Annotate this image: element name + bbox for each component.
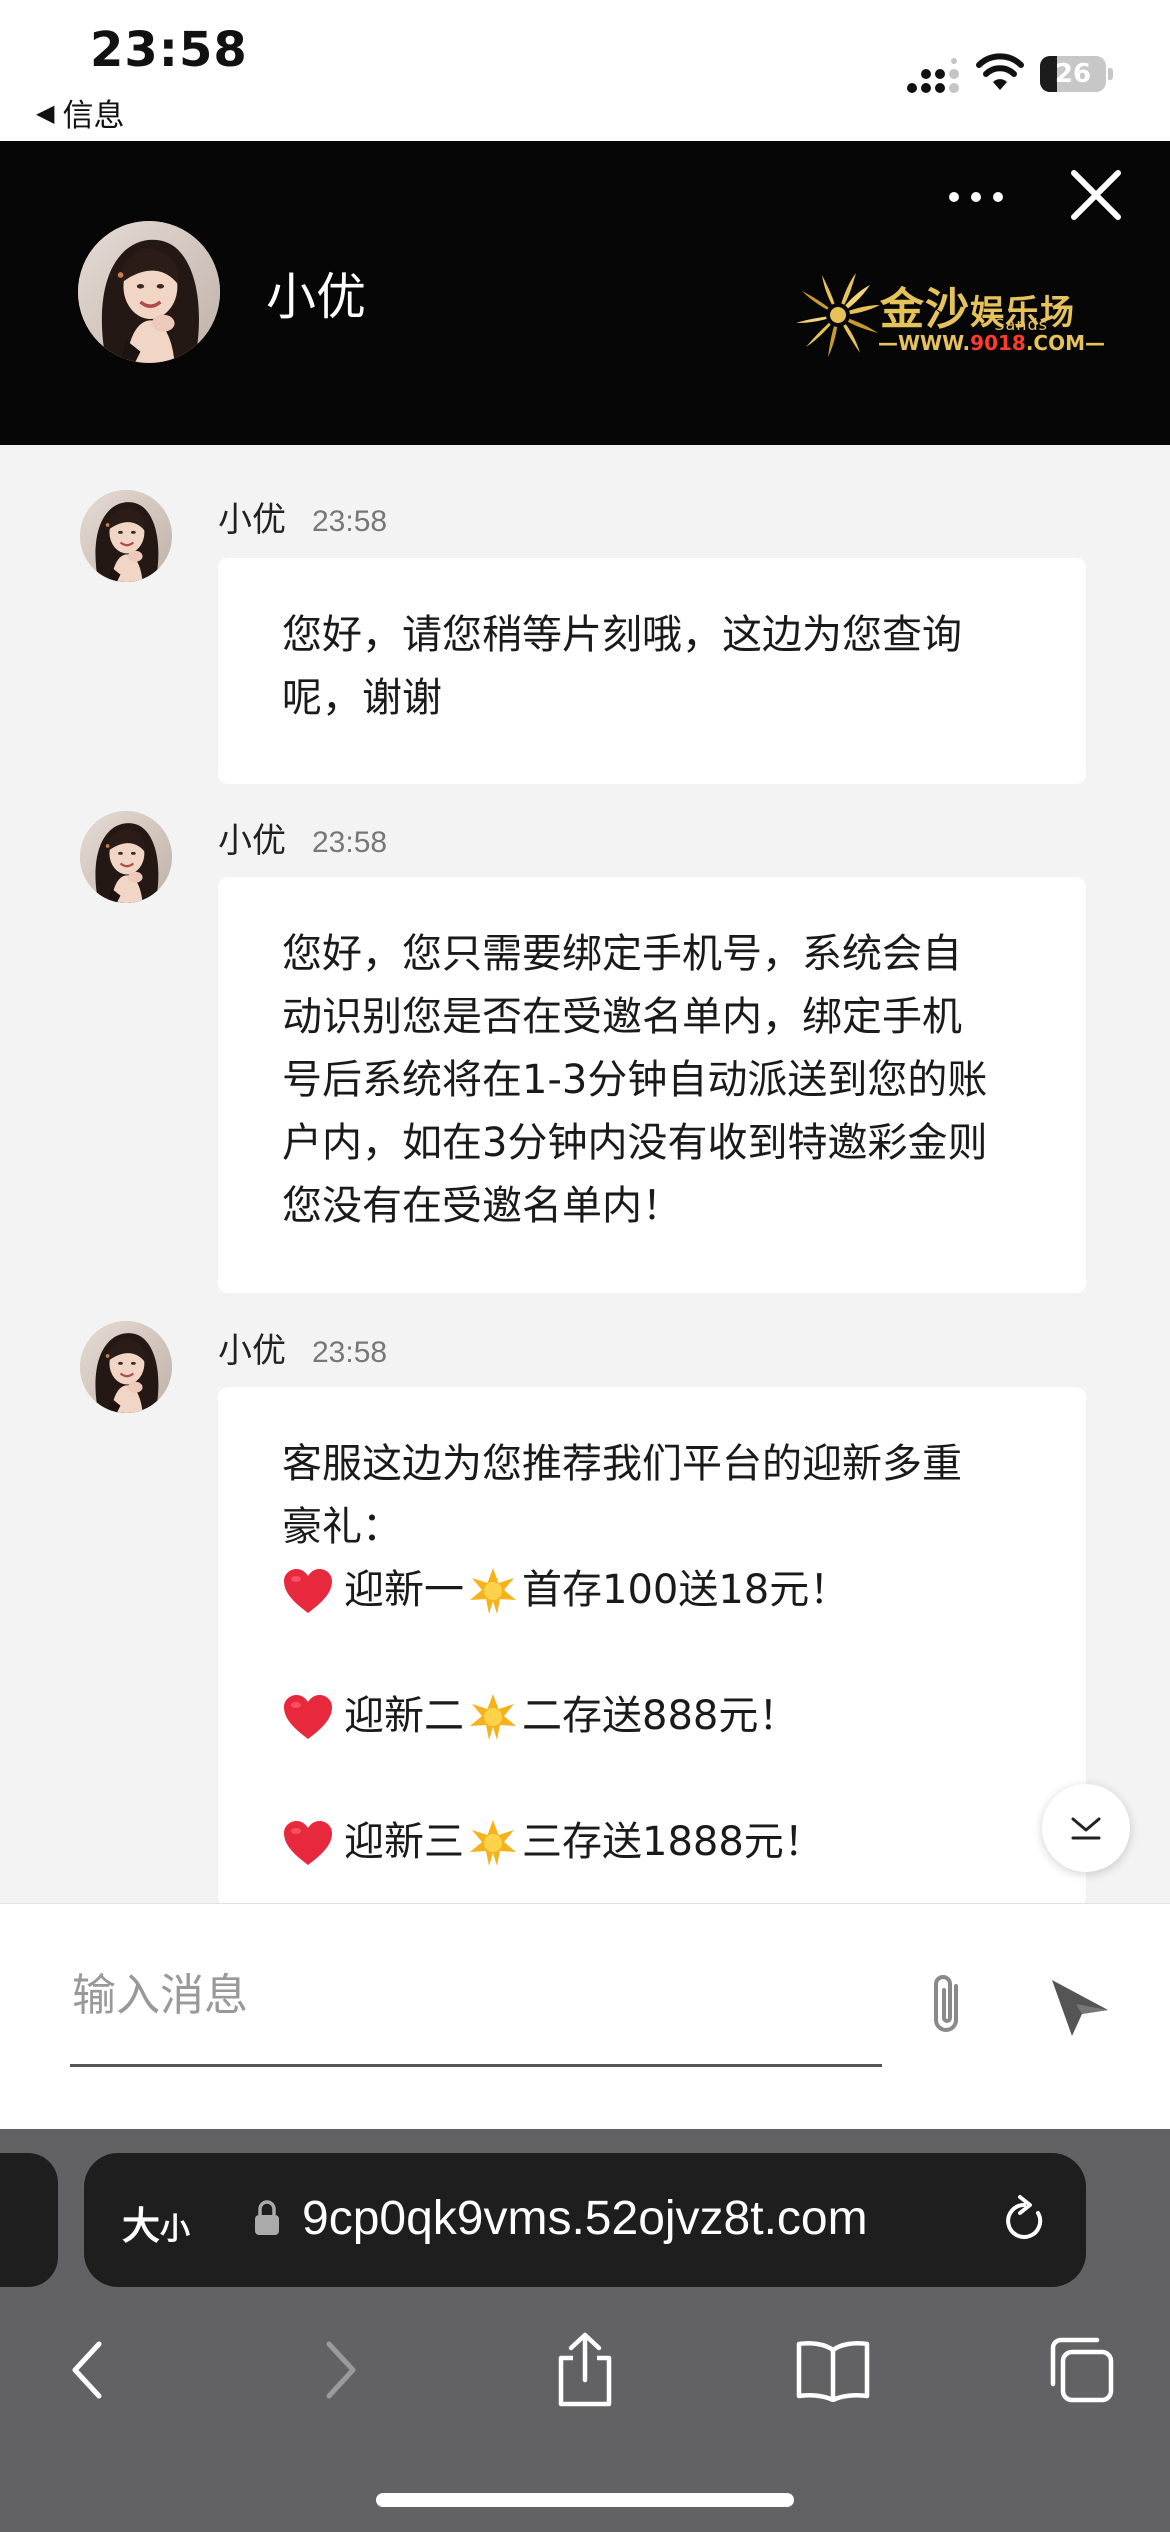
message-bubble: 客服这边为您推荐我们平台的迎新多重 豪礼： 迎新一 首存100送18元！ 迎新二… [218, 1387, 1086, 1907]
home-indicator [376, 2493, 794, 2507]
address-bar[interactable]: 大小 9cp0qk9vms.52ojvz8t.com [84, 2153, 1086, 2287]
back-button[interactable] [42, 2325, 132, 2415]
status-time: 23:58 [90, 22, 248, 78]
lock-icon [255, 2200, 279, 2235]
back-triangle-icon: ◀ [36, 98, 55, 127]
paperclip-icon[interactable] [920, 1972, 976, 2040]
chevron-right-icon [326, 2341, 356, 2399]
text-size-button[interactable]: 大小 [122, 2195, 190, 2250]
share-icon [558, 2332, 612, 2407]
message-sender: 小优 [218, 500, 286, 540]
battery-icon: 26 [1040, 56, 1113, 92]
message-intro: 客服这边为您推荐我们平台的迎新多重 豪礼： [282, 1441, 962, 1550]
message-avatar [80, 490, 172, 582]
promo-item: 迎新一 首存100送18元！ [282, 1559, 1024, 1622]
promo-detail: 二存送888元！ [522, 1693, 799, 1739]
message-avatar [80, 811, 172, 903]
promo-name: 迎新三 [344, 1819, 464, 1865]
browser-nav-row [0, 2325, 1170, 2435]
message-text: 您好，您只需要绑定手机号，系统会自 动识别您是否在受邀名单内，绑定手机 号后系统… [282, 931, 988, 1229]
forward-button[interactable] [296, 2325, 386, 2415]
message-bubble: 您好，请您稍等片刻哦，这边为您查询 呢，谢谢 [218, 558, 1086, 784]
reload-icon[interactable] [998, 2193, 1050, 2249]
chat-header: 小优 金沙娱乐场 · · Sands · · —WWW.9018.COM— [0, 141, 1170, 445]
heart-icon [282, 1819, 334, 1867]
message-sender: 小优 [218, 821, 286, 861]
browser-toolbar: 大小 9cp0qk9vms.52ojvz8t.com [0, 2129, 1170, 2532]
agent-avatar [78, 221, 220, 363]
heart-icon [282, 1567, 334, 1615]
bookmarks-button[interactable] [788, 2325, 878, 2415]
url-text: 9cp0qk9vms.52ojvz8t.com [302, 2192, 868, 2245]
star-icon [468, 1818, 518, 1868]
share-button[interactable] [540, 2325, 630, 2415]
star-icon [468, 1566, 518, 1616]
promo-name: 迎新一 [344, 1567, 464, 1613]
more-icon[interactable] [944, 177, 1008, 217]
back-to-app-label: 信息 [62, 98, 125, 134]
message-bubble: 您好，您只需要绑定手机号，系统会自 动识别您是否在受邀名单内，绑定手机 号后系统… [218, 877, 1086, 1293]
status-bar: 23:58 ◀ 信息 26 [0, 0, 1170, 141]
message-text: 您好，请您稍等片刻哦，这边为您查询 呢，谢谢 [282, 612, 962, 721]
message-composer [0, 1903, 1170, 2129]
message-avatar [80, 1321, 172, 1413]
back-to-app-button[interactable]: ◀ 信息 [36, 90, 124, 135]
message-time: 23:58 [312, 1336, 388, 1369]
message-time: 23:58 [312, 505, 388, 538]
close-icon[interactable] [1066, 165, 1126, 225]
heart-icon [282, 1693, 334, 1741]
battery-level: 26 [1054, 59, 1092, 89]
tabs-icon [1050, 2337, 1114, 2403]
sun-logo-icon [796, 273, 880, 357]
promo-detail: 首存100送18元！ [522, 1567, 850, 1613]
promo-detail: 三存送1888元！ [522, 1819, 824, 1865]
send-icon[interactable] [1046, 1976, 1112, 2038]
chevron-left-icon [72, 2341, 102, 2399]
brand-logo: 金沙娱乐场 · · Sands · · —WWW.9018.COM— [792, 269, 1105, 369]
wifi-icon [976, 53, 1024, 90]
input-underline [70, 2064, 882, 2067]
logo-url: —WWW.9018.COM— [878, 331, 1106, 355]
promo-name: 迎新二 [344, 1693, 464, 1739]
book-icon [796, 2341, 870, 2402]
star-icon [468, 1692, 518, 1742]
promo-item: 迎新二 二存送888元！ [282, 1685, 1024, 1748]
previous-tab-peek[interactable] [0, 2153, 58, 2287]
scroll-to-bottom-button[interactable] [1042, 1784, 1130, 1872]
message-sender: 小优 [218, 1331, 286, 1371]
chevron-down-icon [1071, 1817, 1101, 1840]
tabs-button[interactable] [1036, 2325, 1126, 2415]
message-input[interactable] [72, 1960, 882, 2030]
agent-name: 小优 [266, 268, 366, 326]
promo-item: 迎新三 三存送1888元！ [282, 1811, 1024, 1874]
message-time: 23:58 [312, 826, 388, 859]
cellular-signal-icon [907, 58, 959, 93]
